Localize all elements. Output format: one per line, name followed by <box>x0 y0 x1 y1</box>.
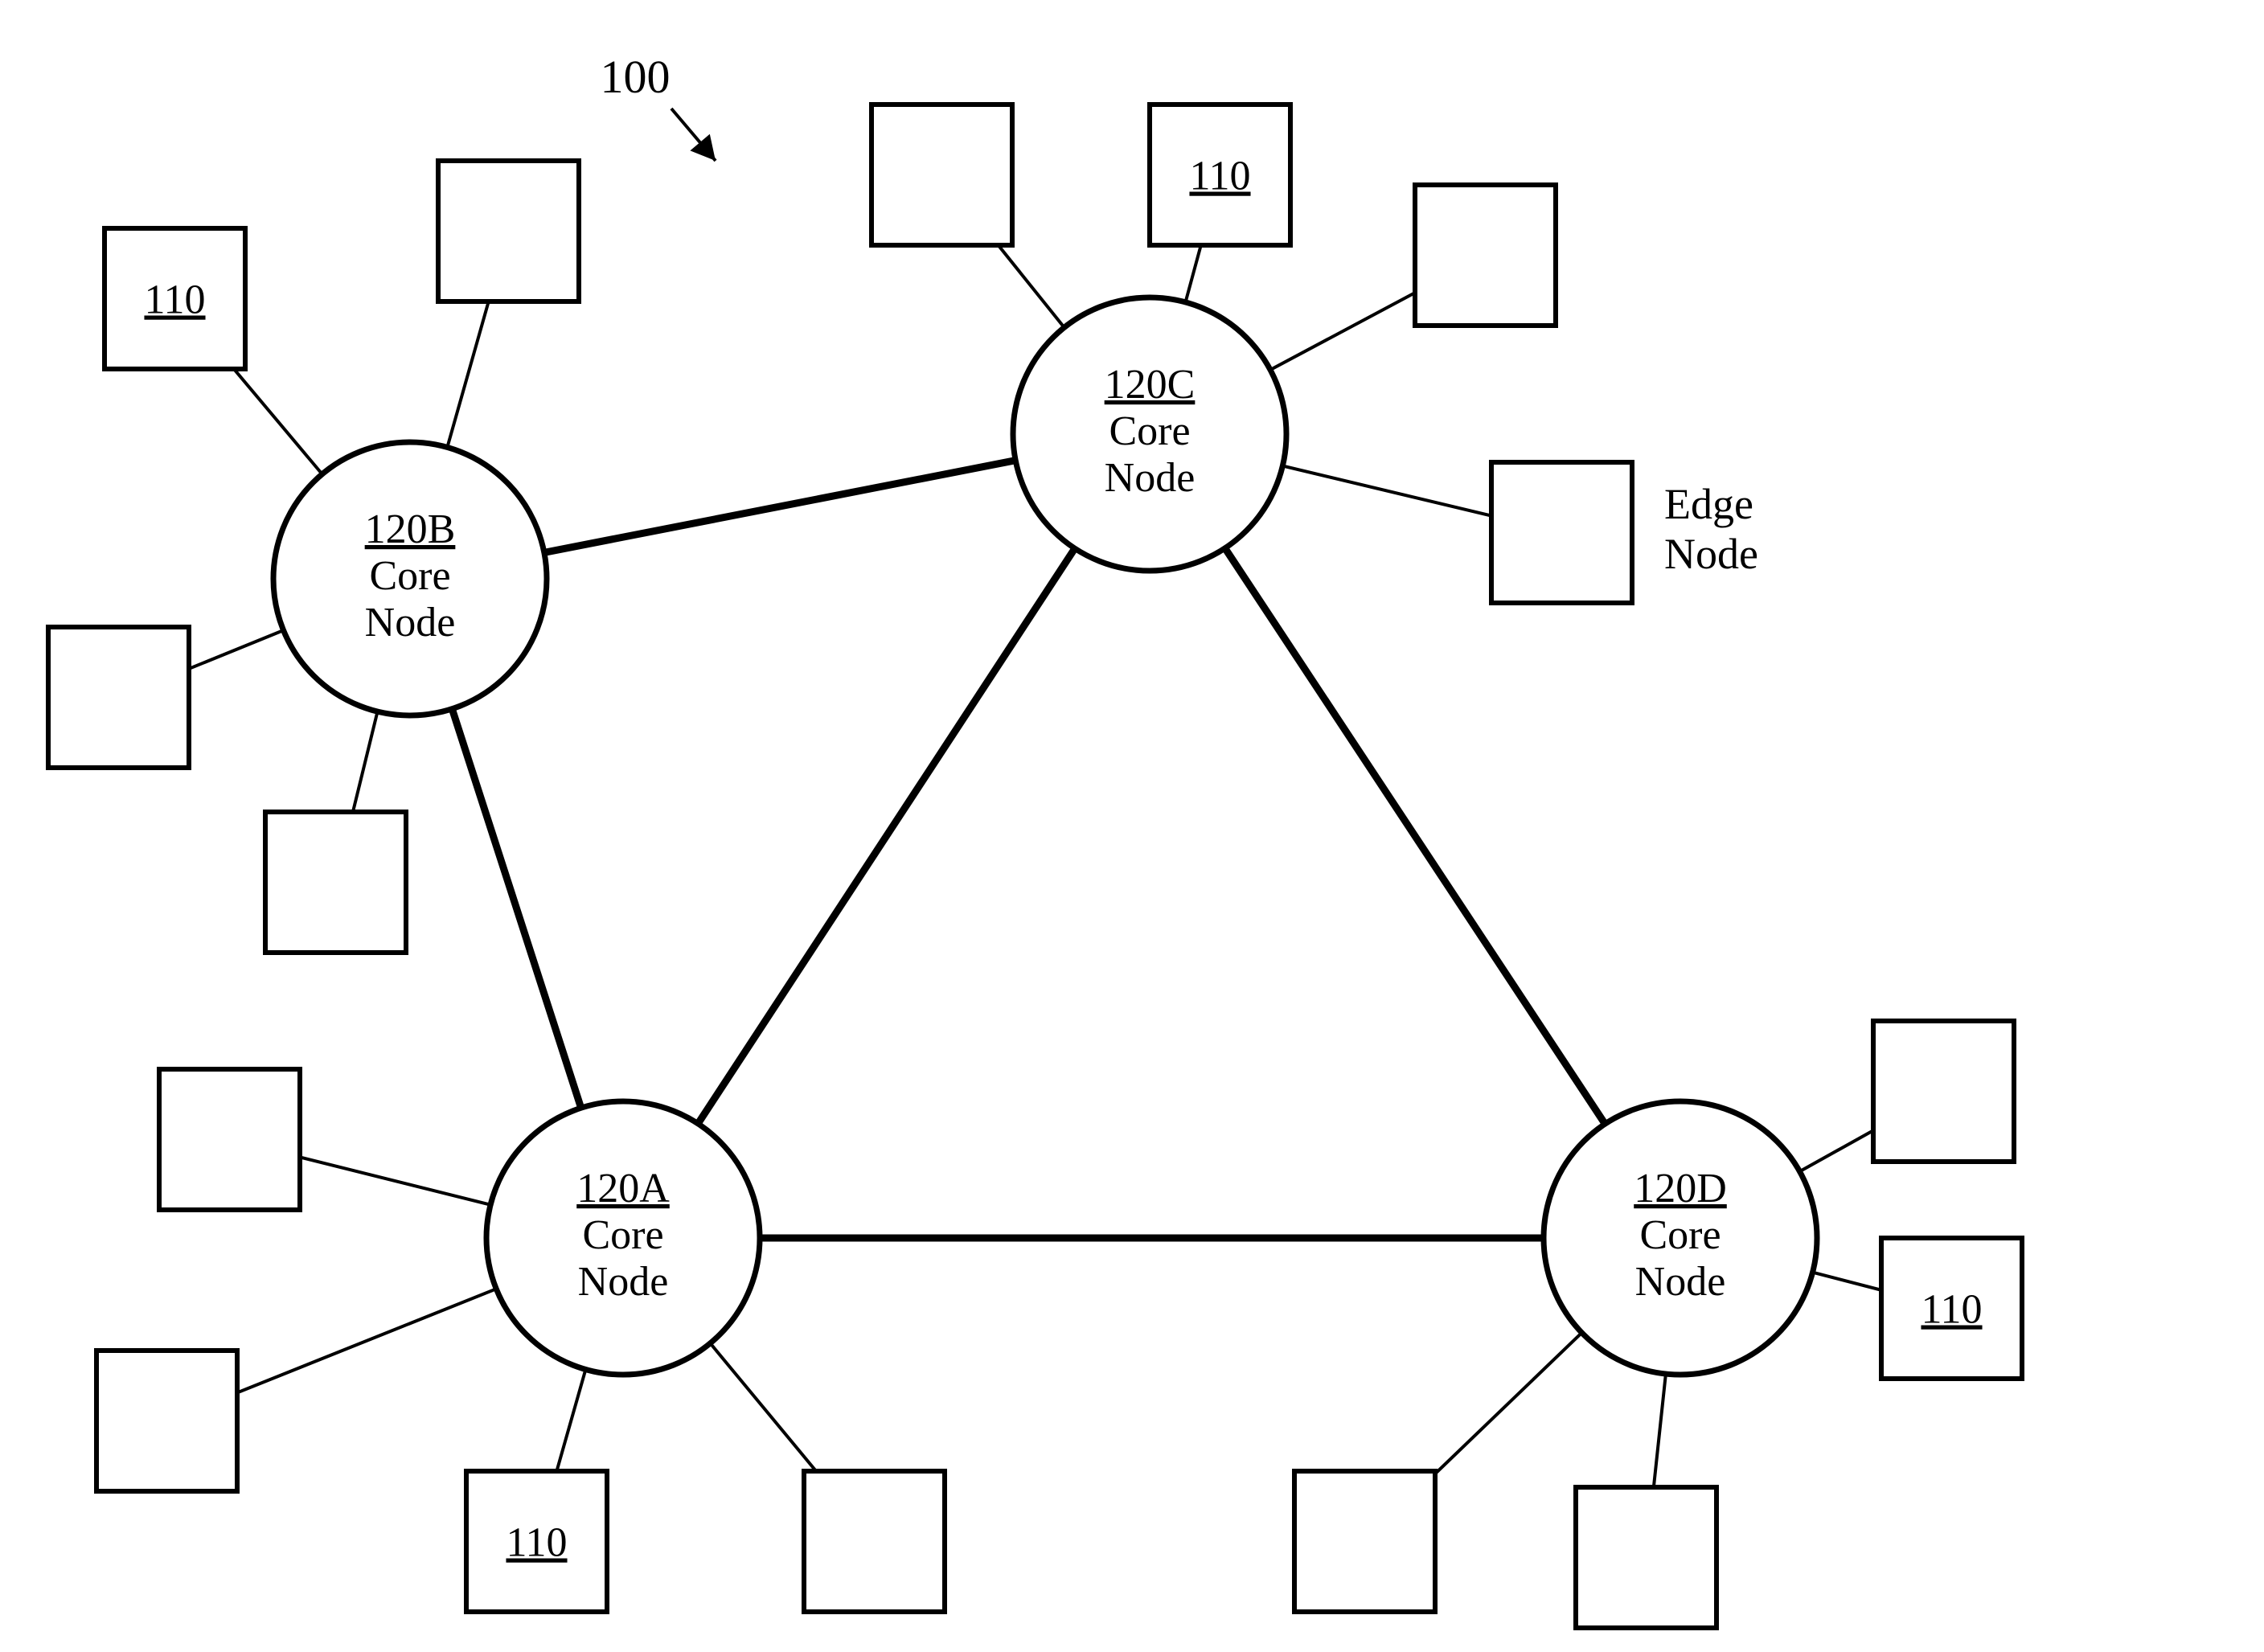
edge-node-B-0: 110 <box>105 228 245 369</box>
core-link-A-C <box>623 434 1150 1238</box>
edge-node-A-10: 110 <box>466 1471 607 1612</box>
edge-node-label-C-5: 110 <box>1189 154 1250 199</box>
edge-node-C-7 <box>1491 462 1632 603</box>
edge-node-label-A-10: 110 <box>506 1520 567 1566</box>
edge-node-C-4 <box>872 105 1012 245</box>
edge-node-A-9 <box>96 1351 237 1491</box>
figure-arrow-head <box>690 134 716 161</box>
figure-number: 100 <box>601 51 671 103</box>
edge-node-label-D-14: 110 <box>1921 1287 1982 1333</box>
edge-node-B-1 <box>438 161 579 301</box>
core-node-label-A: 120ACoreNode <box>576 1166 670 1305</box>
edge-node-label-B-0: 110 <box>144 277 205 323</box>
edge-node-D-13 <box>1576 1487 1716 1628</box>
core-node-label-D: 120DCoreNode <box>1634 1166 1727 1305</box>
network-diagram: 120ACoreNode 120BCoreNode 120CCoreNode 120D… <box>0 0 2264 1652</box>
edge-node-C-5: 110 <box>1150 105 1290 245</box>
edge-node-D-15 <box>1873 1021 2014 1162</box>
edge-node-D-14: 110 <box>1881 1238 2022 1379</box>
edge-node-annotation: EdgeNode <box>1664 480 1758 578</box>
edge-node-A-11 <box>804 1471 945 1612</box>
core-node-A: 120ACoreNode <box>486 1101 760 1375</box>
edge-node-B-2 <box>48 627 189 768</box>
core-node-label-C: 120CCoreNode <box>1105 362 1196 501</box>
edge-node-C-6 <box>1415 185 1556 326</box>
edge-node-A-8 <box>159 1069 300 1210</box>
core-node-label-B: 120BCoreNode <box>365 506 456 646</box>
edge-node-B-3 <box>265 812 406 953</box>
core-node-B: 120BCoreNode <box>273 442 547 715</box>
core-node-D: 120DCoreNode <box>1544 1101 1817 1375</box>
edge-node-D-12 <box>1294 1471 1435 1612</box>
core-node-C: 120CCoreNode <box>1013 297 1286 571</box>
